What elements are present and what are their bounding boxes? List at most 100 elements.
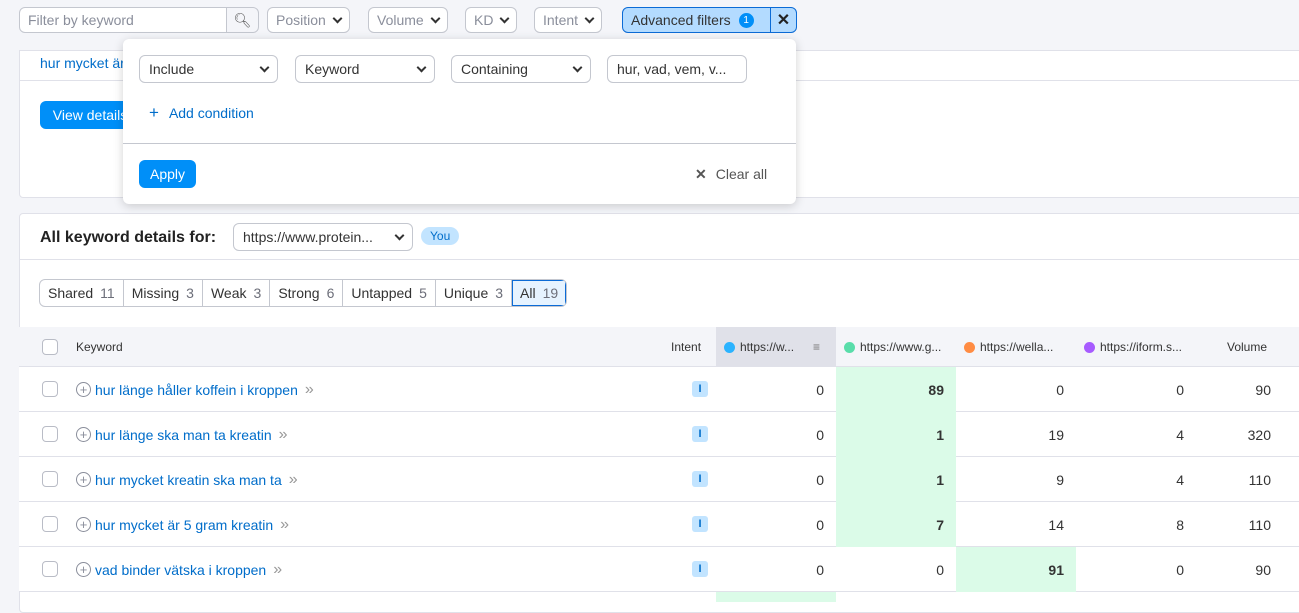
segment-label: Weak (210, 285, 247, 301)
column-domain-4[interactable]: https://iform.s... (1084, 327, 1182, 367)
keyword-cell: + hur mycket är 5 gram kreatin » (76, 502, 289, 547)
chevron-down-icon (430, 13, 441, 23)
segment-tab-unique[interactable]: Unique 3 (436, 280, 513, 306)
row-checkbox[interactable] (42, 381, 58, 397)
position-filter[interactable]: Position (267, 7, 350, 33)
column-volume[interactable]: Volume (1227, 327, 1267, 367)
domain-color-dot (724, 341, 735, 353)
segment-tab-missing[interactable]: Missing 3 (124, 280, 203, 306)
search-icon: 🔍︎ (233, 11, 252, 28)
field-select[interactable]: Keyword (295, 55, 435, 83)
volume-cell: 110 (1248, 471, 1271, 488)
keyword-link[interactable]: hur mycket kreatin ska man ta (95, 472, 282, 488)
close-icon: ✕ (776, 12, 791, 29)
keyword-cell: + vad binder vätska i kroppen » (76, 547, 282, 592)
filter-count-badge: 1 (738, 12, 754, 28)
condition-value-input[interactable]: hur, vad, vem, v... (607, 55, 747, 83)
advanced-filters-button[interactable]: Advanced filters 1 (622, 7, 771, 33)
clear-advanced-filters-button[interactable]: ✕ (770, 7, 797, 33)
segment-label: Strong (278, 285, 320, 301)
double-chevron-right-icon[interactable]: » (280, 516, 289, 534)
position-cell-d4: 0 (1176, 381, 1184, 398)
keyword-link[interactable]: hur mycket är (40, 55, 125, 71)
keyword-segment-tabs: Shared 11 Missing 3 Weak 3 Strong 6 Untapped 5 Uni… (39, 279, 568, 307)
position-cell-d4: 4 (1176, 426, 1184, 443)
intent-badge: I (692, 561, 708, 577)
keyword-link[interactable]: hur länge håller koffein i kroppen (95, 382, 298, 398)
segment-count: 3 (495, 285, 504, 301)
position-cell-d2: 1 (836, 457, 956, 502)
add-keyword-icon[interactable]: + (76, 382, 91, 397)
intent-badge: I (692, 516, 708, 532)
keyword-cell: + hur mycket kreatin ska man ta » (76, 457, 298, 502)
position-cell-d4: 4 (1176, 471, 1184, 488)
position-cell-d2: 89 (836, 367, 956, 412)
apply-button[interactable]: Apply (139, 160, 196, 188)
row-checkbox[interactable] (42, 561, 58, 577)
you-badge: You (421, 227, 460, 245)
kd-filter[interactable]: KD (465, 7, 518, 33)
chevron-down-icon (500, 13, 510, 23)
segment-tab-weak[interactable]: Weak 3 (203, 280, 271, 306)
advanced-filters-popup: Include Keyword Containing hur, vad, vem… (123, 39, 796, 204)
column-domain-3[interactable]: https://wella... (964, 327, 1053, 367)
segment-tab-untapped[interactable]: Untapped 5 (343, 280, 436, 306)
volume-cell: 90 (1255, 561, 1271, 578)
chevron-down-icon (572, 62, 583, 72)
column-keyword[interactable]: Keyword (76, 327, 123, 367)
row-checkbox[interactable] (42, 471, 58, 487)
add-keyword-icon[interactable]: + (76, 517, 91, 532)
row-checkbox[interactable] (42, 426, 58, 442)
add-condition-button[interactable]: + Add condition (149, 104, 254, 121)
add-keyword-icon[interactable]: + (76, 427, 91, 442)
position-cell-d3: 14 (1048, 516, 1064, 533)
double-chevron-right-icon[interactable]: » (279, 426, 288, 444)
chevron-down-icon (332, 13, 343, 23)
include-select[interactable]: Include (139, 55, 278, 83)
double-chevron-right-icon[interactable]: » (273, 561, 282, 579)
position-cell-d1: 0 (816, 471, 824, 488)
segment-tab-all[interactable]: All 19 (512, 280, 567, 306)
intent-filter[interactable]: Intent (534, 7, 603, 33)
domain-select[interactable]: https://www.protein... (233, 223, 413, 251)
keyword-link[interactable]: vad binder vätska i kroppen (95, 562, 266, 578)
section-title: All keyword details for: (40, 229, 217, 246)
column-intent[interactable]: Intent (671, 327, 701, 367)
position-cell-d1: 0 (816, 516, 824, 533)
table-row: + hur mycket är 5 gram kreatin » I 0 7 14 8 110 (19, 502, 1299, 547)
keyword-cell: + hur länge ska man ta kreatin » (76, 412, 288, 457)
segment-label: Untapped (351, 285, 413, 301)
segment-label: Unique (443, 285, 489, 301)
chevron-down-icon (416, 62, 427, 72)
domain-color-dot (844, 341, 855, 353)
column-domain-1[interactable]: https://w... ≡ (716, 327, 836, 367)
search-button[interactable]: 🔍︎ (226, 7, 259, 33)
segment-count: 6 (326, 285, 335, 301)
keyword-filter-input[interactable]: Filter by keyword (19, 7, 227, 33)
position-cell-d3: 91 (956, 547, 1076, 592)
table-row: + hur länge ska man ta kreatin » I 0 1 19 4 320 (19, 412, 1299, 457)
segment-label: Missing (131, 285, 180, 301)
position-cell-d4: 8 (1176, 516, 1184, 533)
volume-cell: 320 (1247, 426, 1271, 443)
select-all-checkbox[interactable] (42, 339, 58, 355)
add-keyword-icon[interactable]: + (76, 472, 91, 487)
operator-select[interactable]: Containing (451, 55, 591, 83)
keyword-link[interactable]: hur mycket är 5 gram kreatin (95, 517, 273, 533)
position-cell-d2: 0 (936, 561, 944, 578)
row-checkbox[interactable] (42, 516, 58, 532)
volume-cell: 110 (1248, 516, 1271, 533)
keyword-link[interactable]: hur länge ska man ta kreatin (95, 427, 272, 443)
column-domain-2[interactable]: https://www.g... (844, 327, 941, 367)
double-chevron-right-icon[interactable]: » (305, 381, 314, 399)
double-chevron-right-icon[interactable]: » (289, 471, 298, 489)
volume-filter[interactable]: Volume (368, 7, 448, 33)
domain-color-dot (964, 341, 975, 353)
position-cell-d2: 1 (836, 412, 956, 457)
position-cell-d3: 19 (1048, 426, 1064, 443)
clear-all-button[interactable]: ✕ Clear all (695, 166, 767, 183)
add-keyword-icon[interactable]: + (76, 562, 91, 577)
chevron-down-icon (394, 230, 405, 240)
segment-tab-shared[interactable]: Shared 11 (40, 280, 124, 306)
segment-tab-strong[interactable]: Strong 6 (270, 280, 344, 306)
